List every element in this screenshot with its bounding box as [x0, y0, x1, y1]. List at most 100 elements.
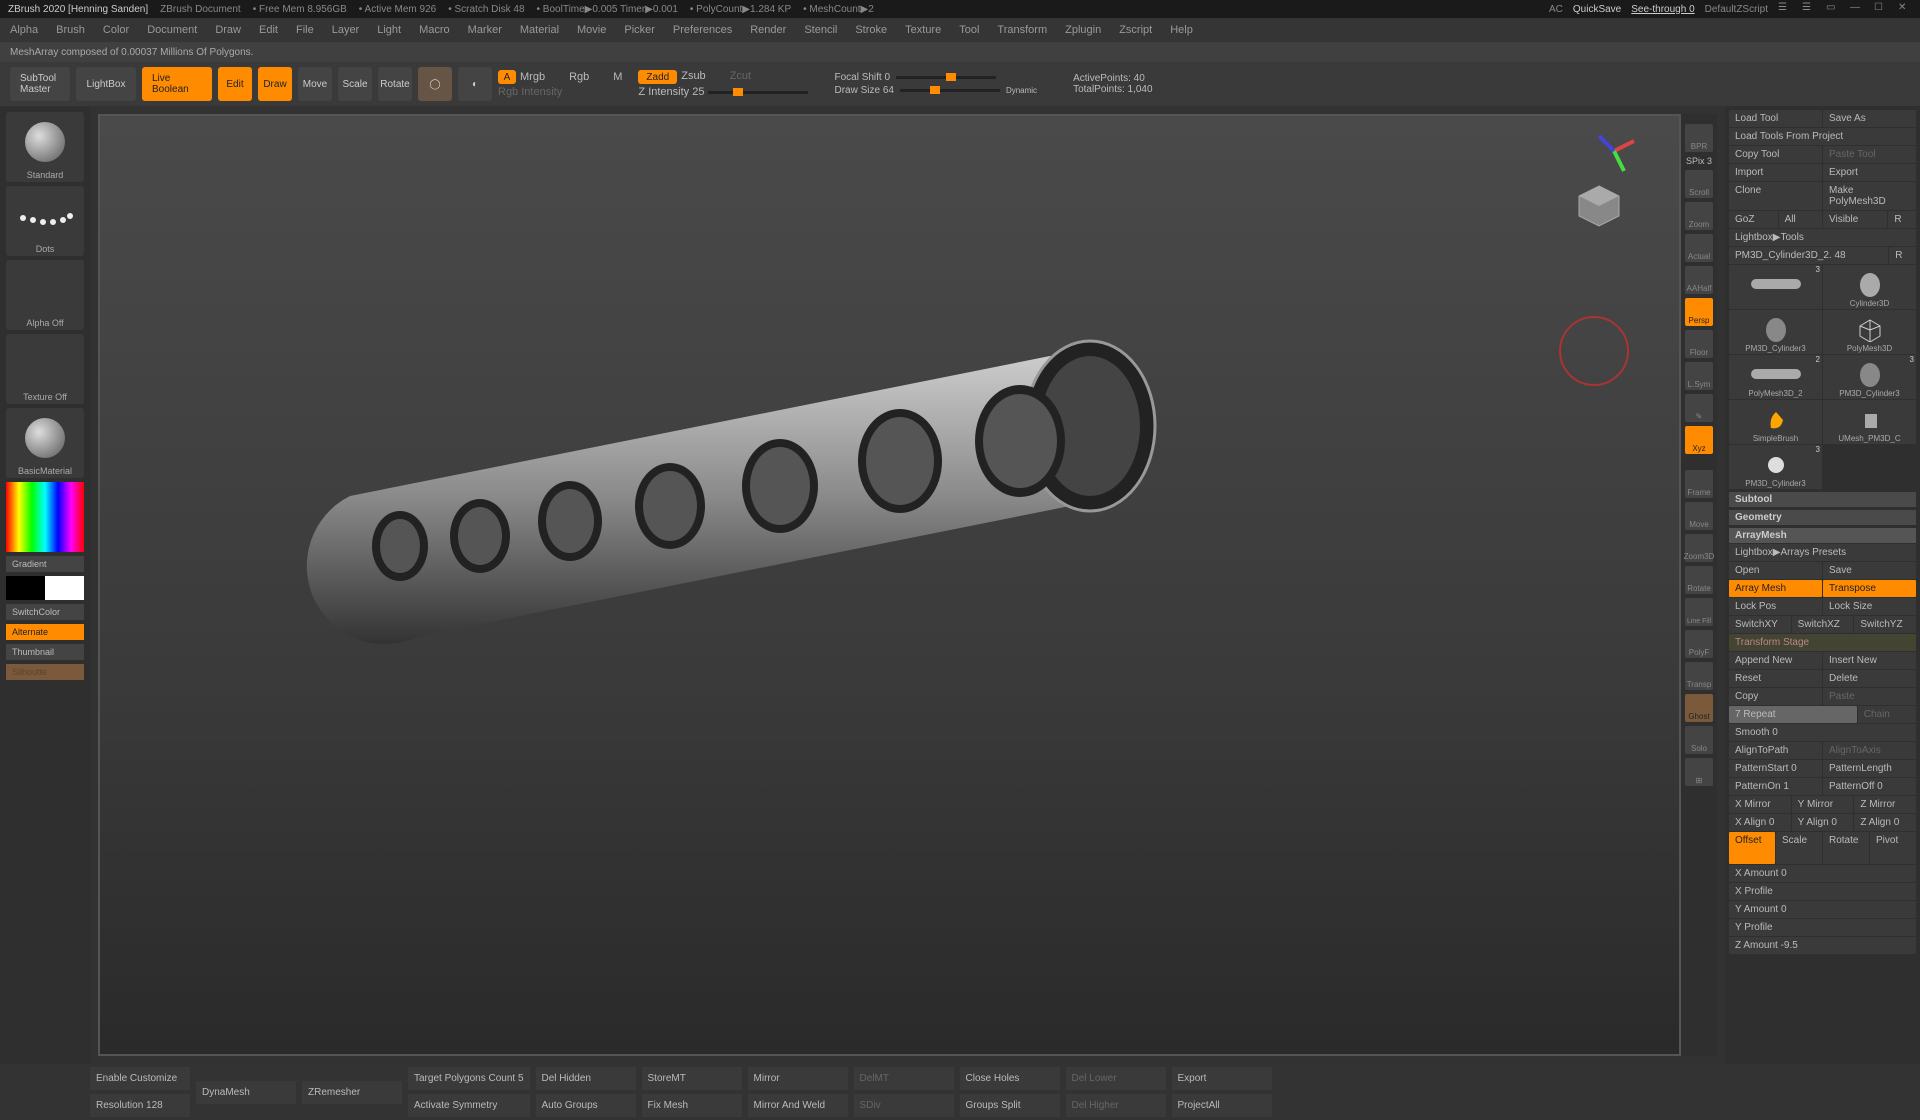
- menu-movie[interactable]: Movie: [577, 24, 606, 36]
- draw-size[interactable]: Draw Size 64: [834, 85, 893, 96]
- z-intensity[interactable]: Z Intensity 25: [638, 86, 704, 98]
- move-button-v[interactable]: Move: [1685, 502, 1713, 530]
- insertnew-button[interactable]: Insert New: [1823, 652, 1916, 669]
- edit-button[interactable]: Edit: [218, 67, 252, 101]
- menu-color[interactable]: Color: [103, 24, 129, 36]
- lsym-button[interactable]: L.Sym: [1685, 362, 1713, 390]
- groups-split-button[interactable]: Groups Split: [960, 1094, 1060, 1117]
- transpose-button[interactable]: Transpose: [1823, 580, 1916, 597]
- lightbox-tools-button[interactable]: Lightbox▶Tools: [1729, 229, 1916, 246]
- auto-groups-button[interactable]: Auto Groups: [536, 1094, 636, 1117]
- menu-render[interactable]: Render: [750, 24, 786, 36]
- scroll-button[interactable]: Scroll: [1685, 170, 1713, 198]
- menu-icon-2[interactable]: ☰: [1802, 2, 1816, 16]
- yamount-slider[interactable]: Y Amount 0: [1729, 901, 1916, 918]
- copy-tool-button[interactable]: Copy Tool: [1729, 146, 1822, 163]
- geometry-header[interactable]: Geometry: [1729, 510, 1916, 525]
- alpha-swatch[interactable]: Alpha Off: [6, 260, 84, 330]
- offset-tab[interactable]: Offset: [1729, 832, 1775, 864]
- menu-material[interactable]: Material: [520, 24, 559, 36]
- mrgb-button[interactable]: Mrgb: [520, 71, 545, 83]
- menu-light[interactable]: Light: [377, 24, 401, 36]
- m-button[interactable]: M: [613, 71, 622, 83]
- xmirror-button[interactable]: X Mirror: [1729, 796, 1791, 813]
- storemt-button[interactable]: StoreMT: [642, 1067, 742, 1090]
- ymirror-button[interactable]: Y Mirror: [1792, 796, 1854, 813]
- cube-gizmo[interactable]: [1569, 176, 1629, 236]
- repeat-slider[interactable]: 7 Repeat: [1729, 706, 1857, 723]
- aligntopath-button[interactable]: AlignToPath: [1729, 742, 1822, 759]
- color-picker[interactable]: [6, 482, 84, 552]
- import-button[interactable]: Import: [1729, 164, 1822, 181]
- scale-tab[interactable]: Scale: [1776, 832, 1822, 864]
- projectall-button[interactable]: ProjectAll: [1172, 1094, 1272, 1117]
- target-polygons-slider[interactable]: Target Polygons Count 5: [408, 1067, 530, 1090]
- menu-brush[interactable]: Brush: [56, 24, 85, 36]
- transp-button[interactable]: Transp: [1685, 662, 1713, 690]
- axis-gizmo[interactable]: [1589, 126, 1639, 176]
- frame-button[interactable]: Frame: [1685, 470, 1713, 498]
- export-button-b[interactable]: Export: [1172, 1067, 1272, 1090]
- enable-customize-button[interactable]: Enable Customize: [90, 1067, 190, 1090]
- black-swatch[interactable]: [6, 576, 45, 600]
- switchxy-button[interactable]: SwitchXY: [1729, 616, 1791, 633]
- texture-swatch[interactable]: Texture Off: [6, 334, 84, 404]
- switchyz-button[interactable]: SwitchYZ: [1854, 616, 1916, 633]
- gizmo-button[interactable]: ◯: [418, 67, 452, 101]
- tool-thumb[interactable]: SimpleBrush: [1729, 400, 1822, 444]
- dynamesh-button[interactable]: DynaMesh: [196, 1081, 296, 1104]
- tool-thumb[interactable]: 3PM3D_Cylinder3: [1823, 355, 1916, 399]
- tool-thumb[interactable]: PolyMesh3D: [1823, 310, 1916, 354]
- smooth-slider[interactable]: Smooth 0: [1729, 724, 1916, 741]
- zintensity-slider[interactable]: [708, 91, 808, 94]
- quicksave-button[interactable]: QuickSave: [1573, 4, 1621, 15]
- patternoff-slider[interactable]: PatternOff 0: [1823, 778, 1916, 795]
- patternon-slider[interactable]: PatternOn 1: [1729, 778, 1822, 795]
- solo-button[interactable]: Solo: [1685, 726, 1713, 754]
- zadd-button[interactable]: Zadd: [638, 70, 677, 84]
- aligntoaxis-button[interactable]: AlignToAxis: [1823, 742, 1916, 759]
- delete-button[interactable]: Delete: [1823, 670, 1916, 687]
- move-button[interactable]: Move: [298, 67, 332, 101]
- current-tool[interactable]: PM3D_Cylinder3D_2. 48: [1729, 247, 1888, 264]
- arraymesh-button[interactable]: Array Mesh: [1729, 580, 1822, 597]
- lockpos-button[interactable]: Lock Pos: [1729, 598, 1822, 615]
- visible-button[interactable]: Visible: [1823, 211, 1887, 228]
- open-button[interactable]: Open: [1729, 562, 1822, 579]
- all-button[interactable]: All: [1779, 211, 1822, 228]
- arraymesh-header[interactable]: ArrayMesh: [1729, 528, 1916, 543]
- spix-value[interactable]: SPix 3: [1686, 156, 1712, 166]
- bpr-button[interactable]: BPR: [1685, 124, 1713, 152]
- stroke-swatch[interactable]: Dots: [6, 186, 84, 256]
- menu-preferences[interactable]: Preferences: [673, 24, 732, 36]
- xyz-button[interactable]: Xyz: [1685, 426, 1713, 454]
- lightbox-button[interactable]: LightBox: [76, 67, 136, 101]
- linefill-button[interactable]: Line Fill: [1685, 598, 1713, 626]
- mirror-weld-button[interactable]: Mirror And Weld: [748, 1094, 848, 1117]
- save-as-button[interactable]: Save As: [1823, 110, 1916, 127]
- paste-button[interactable]: Paste: [1823, 688, 1916, 705]
- menu-document[interactable]: Document: [147, 24, 197, 36]
- canvas[interactable]: [98, 114, 1681, 1056]
- appendnew-button[interactable]: Append New: [1729, 652, 1822, 669]
- actual-button[interactable]: Actual: [1685, 234, 1713, 262]
- menu-layer[interactable]: Layer: [332, 24, 360, 36]
- zsub-button[interactable]: Zsub: [681, 70, 705, 84]
- tool-thumb[interactable]: 2PolyMesh3D_2: [1729, 355, 1822, 399]
- menu-draw[interactable]: Draw: [215, 24, 241, 36]
- rgb-intensity[interactable]: Rgb Intensity: [498, 86, 622, 98]
- locksize-button[interactable]: Lock Size: [1823, 598, 1916, 615]
- mirror-button[interactable]: Mirror: [748, 1067, 848, 1090]
- switchxz-button[interactable]: SwitchXZ: [1792, 616, 1854, 633]
- live-boolean-button[interactable]: Live Boolean: [142, 67, 212, 101]
- del-lower-button[interactable]: Del Lower: [1066, 1067, 1166, 1090]
- zoom3d-button[interactable]: Zoom3D: [1685, 534, 1713, 562]
- close-icon[interactable]: ✕: [1898, 2, 1912, 16]
- del-hidden-button[interactable]: Del Hidden: [536, 1067, 636, 1090]
- zmirror-button[interactable]: Z Mirror: [1854, 796, 1916, 813]
- menu-tool[interactable]: Tool: [959, 24, 979, 36]
- dynamic-label[interactable]: Dynamic: [1006, 86, 1037, 95]
- focal-shift[interactable]: Focal Shift 0: [834, 72, 890, 83]
- floor-button[interactable]: Floor: [1685, 330, 1713, 358]
- menu-file[interactable]: File: [296, 24, 314, 36]
